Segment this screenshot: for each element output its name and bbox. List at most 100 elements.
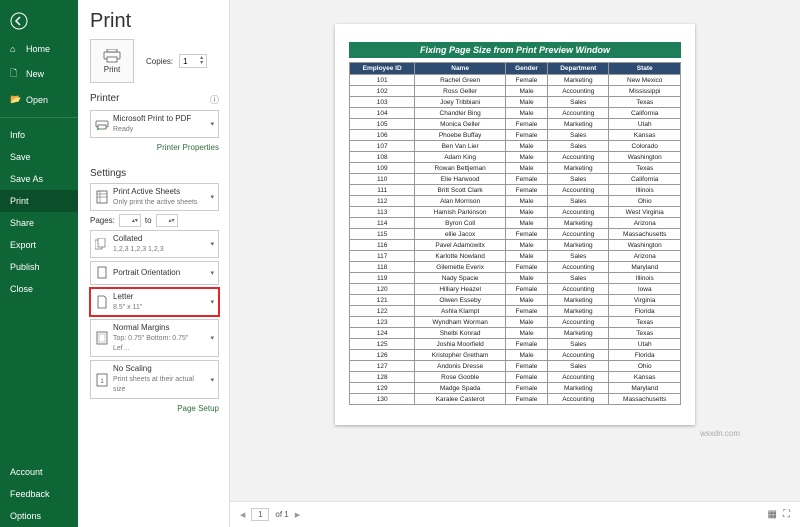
table-cell: Male <box>505 295 547 306</box>
pages-from-input[interactable]: ▴▾ <box>119 214 141 227</box>
table-cell: Washington <box>609 152 681 163</box>
table-cell: Arizona <box>609 218 681 229</box>
page-setup-link[interactable]: Page Setup <box>90 404 219 413</box>
table-cell: Florida <box>609 350 681 361</box>
table-cell: Female <box>505 229 547 240</box>
orientation-dropdown[interactable]: Portrait Orientation ▾ <box>90 261 219 285</box>
copies-label: Copies: <box>146 57 173 66</box>
table-cell: Female <box>505 119 547 130</box>
chevron-down-icon: ▾ <box>210 376 214 384</box>
next-page-button[interactable]: ▶ <box>295 511 300 519</box>
margins-dropdown[interactable]: Normal MarginsTop: 0.75" Bottom: 0.75" L… <box>90 319 219 357</box>
table-cell: 126 <box>350 350 415 361</box>
nav-open[interactable]: 📂Open <box>0 88 78 111</box>
table-cell: Male <box>505 163 547 174</box>
page-icon <box>95 294 109 310</box>
backstage-sidebar: ⌂Home🗋New📂Open InfoSaveSave AsPrintShare… <box>0 0 78 527</box>
table-row: 123Wyndham WormanMaleAccountingTexas <box>350 317 681 328</box>
table-row: 102Ross GellerMaleAccountingMississippi <box>350 86 681 97</box>
table-row: 124Shelbi KonradMaleMarketingTexas <box>350 328 681 339</box>
table-cell: Joey Tribbiani <box>415 97 506 108</box>
page-number-input[interactable]: 1 <box>251 508 269 521</box>
margins-icon <box>95 330 109 346</box>
table-cell: Accounting <box>548 350 609 361</box>
table-cell: California <box>609 174 681 185</box>
table-cell: Joshia Moorfield <box>415 339 506 350</box>
nav-new[interactable]: 🗋New <box>0 60 78 88</box>
table-cell: 104 <box>350 108 415 119</box>
back-arrow[interactable] <box>0 8 78 38</box>
table-cell: Phoebe Buffay <box>415 130 506 141</box>
pager-bar: ◀ 1 of 1 ▶ ▦ ⛶ <box>230 501 800 527</box>
pages-to-input[interactable]: ▴▾ <box>156 214 178 227</box>
table-cell: Andonis Dresse <box>415 361 506 372</box>
table-cell: 125 <box>350 339 415 350</box>
table-cell: Male <box>505 240 547 251</box>
table-cell: Accounting <box>548 394 609 405</box>
printer-dropdown[interactable]: Microsoft Print to PDFReady ▾ <box>90 110 219 138</box>
table-row: 119Nady SpacieMaleSalesIllinois <box>350 273 681 284</box>
nav-publish[interactable]: Publish <box>0 256 78 278</box>
table-row: 110Elie HarwoodFemaleSalesCalifornia <box>350 174 681 185</box>
nav-account[interactable]: Account <box>0 461 78 483</box>
nav-options[interactable]: Options <box>0 505 78 527</box>
table-cell: Marketing <box>548 240 609 251</box>
table-cell: Female <box>505 262 547 273</box>
print-button[interactable]: Print <box>90 39 134 83</box>
table-title: Fixing Page Size from Print Preview Wind… <box>349 42 681 58</box>
new-icon: 🗋 <box>10 66 20 82</box>
nav-print[interactable]: Print <box>0 190 78 212</box>
table-cell: 121 <box>350 295 415 306</box>
table-cell: Massachusetts <box>609 394 681 405</box>
print-what-dropdown[interactable]: Print Active SheetsOnly print the active… <box>90 183 219 211</box>
prev-page-button[interactable]: ◀ <box>240 511 245 519</box>
table-cell: Female <box>505 75 547 86</box>
printer-properties-link[interactable]: Printer Properties <box>90 143 219 152</box>
table-cell: New Mexico <box>609 75 681 86</box>
table-cell: Marketing <box>548 75 609 86</box>
table-cell: Nady Spacie <box>415 273 506 284</box>
table-cell: Kansas <box>609 372 681 383</box>
table-cell: Ohio <box>609 361 681 372</box>
nav-home[interactable]: ⌂Home <box>0 38 78 60</box>
table-cell: Accounting <box>548 185 609 196</box>
nav-separator <box>0 117 78 118</box>
page-total: of 1 <box>275 510 288 519</box>
nav-feedback[interactable]: Feedback <box>0 483 78 505</box>
printer-header: Printerⓘ <box>90 93 219 106</box>
nav-label: Home <box>26 44 50 54</box>
collate-dropdown[interactable]: Collated1,2,3 1,2,3 1,2,3 ▾ <box>90 230 219 258</box>
table-row: 120Hilliary HeazelFemaleAccountingIowa <box>350 284 681 295</box>
copies-input[interactable]: 1▴▾ <box>179 54 207 68</box>
print-settings-panel: Print Print Copies: 1▴▾ Printerⓘ Microso… <box>78 0 230 527</box>
nav-save-as[interactable]: Save As <box>0 168 78 190</box>
nav-export[interactable]: Export <box>0 234 78 256</box>
nav-save[interactable]: Save <box>0 146 78 168</box>
show-margins-button[interactable]: ▦ <box>768 509 777 520</box>
table-row: 105Monica GellerFemaleMarketingUtah <box>350 119 681 130</box>
info-icon[interactable]: ⓘ <box>210 93 219 106</box>
table-cell: Texas <box>609 163 681 174</box>
table-cell: 109 <box>350 163 415 174</box>
table-cell: Rowan Bettjeman <box>415 163 506 174</box>
table-cell: Male <box>505 141 547 152</box>
table-cell: Arizona <box>609 251 681 262</box>
col-header: Name <box>415 63 506 75</box>
table-cell: Male <box>505 152 547 163</box>
collate-icon <box>95 236 109 252</box>
table-cell: Male <box>505 86 547 97</box>
table-cell: Sales <box>548 273 609 284</box>
table-cell: Alan Morrison <box>415 196 506 207</box>
nav-share[interactable]: Share <box>0 212 78 234</box>
nav-close[interactable]: Close <box>0 278 78 300</box>
paper-size-dropdown[interactable]: Letter8.5" x 11" ▾ <box>90 288 219 316</box>
scaling-dropdown[interactable]: 1 No ScalingPrint sheets at their actual… <box>90 360 219 398</box>
zoom-to-page-button[interactable]: ⛶ <box>783 509 790 520</box>
table-row: 112Alan MorrisonMaleSalesOhio <box>350 196 681 207</box>
nav-info[interactable]: Info <box>0 124 78 146</box>
table-row: 121Olwen EssebyMaleMarketingVirginia <box>350 295 681 306</box>
table-cell: 106 <box>350 130 415 141</box>
table-cell: Sales <box>548 196 609 207</box>
chevron-down-icon: ▾ <box>210 334 214 342</box>
table-row: 107Ben Van LierMaleSalesColorado <box>350 141 681 152</box>
